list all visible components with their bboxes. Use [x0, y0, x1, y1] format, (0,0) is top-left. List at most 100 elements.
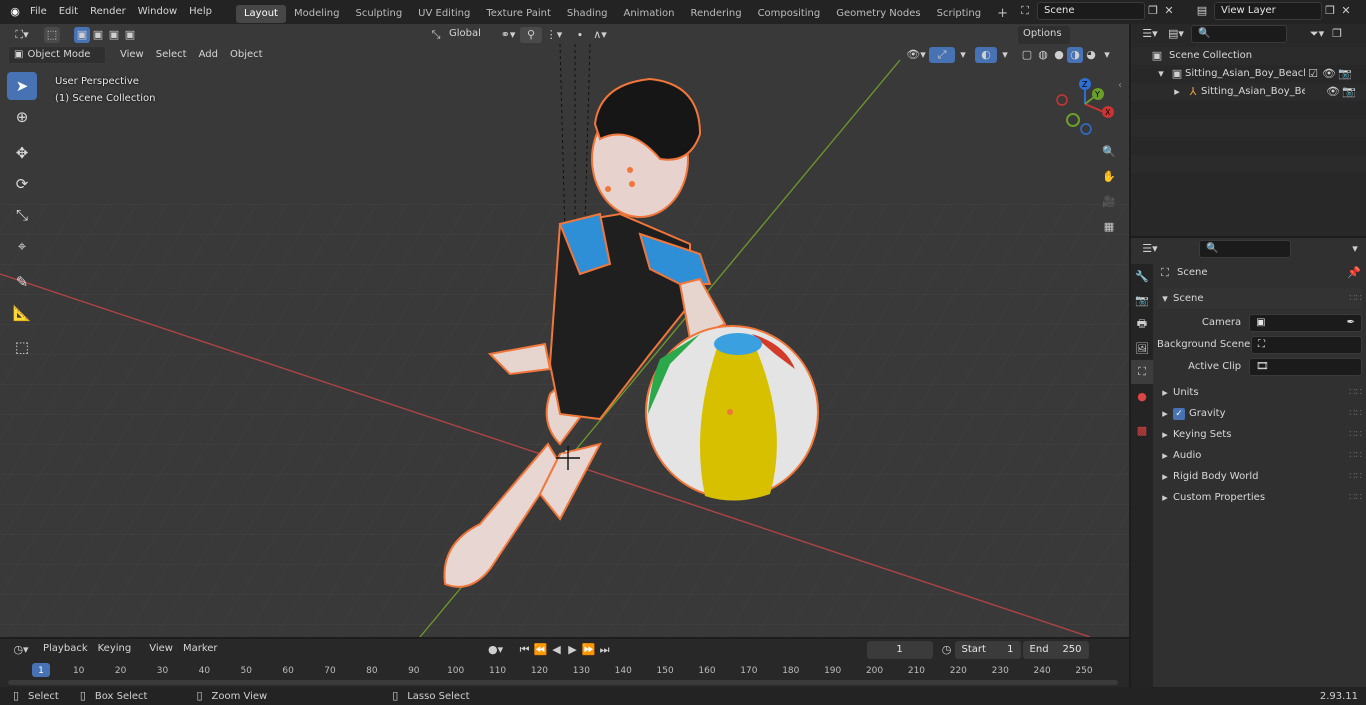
sidebar-toggle-icon[interactable]: ‹: [1118, 80, 1122, 91]
tab-output[interactable]: 🖶: [1131, 312, 1153, 336]
select-box-tool[interactable]: ➤: [7, 72, 37, 100]
copy-scene-icon[interactable]: ❐: [1145, 3, 1161, 19]
filter-icon[interactable]: ⏷▾: [1305, 26, 1329, 42]
scale-tool[interactable]: ⤡: [7, 201, 37, 229]
view-layer-field[interactable]: View Layer: [1214, 2, 1322, 20]
close-view-layer-icon[interactable]: ✕: [1338, 3, 1354, 19]
tab-shading[interactable]: Shading: [559, 5, 616, 23]
eyedropper-icon[interactable]: ✒: [1347, 315, 1355, 331]
outliner-scene-collection[interactable]: ▣ Scene Collection: [1131, 47, 1366, 65]
selection-mode-extend-icon[interactable]: ▣: [90, 27, 106, 43]
gizmo-dropdown-icon[interactable]: ▾: [955, 47, 971, 63]
drag-handle[interactable]: ∷∷: [1349, 445, 1362, 466]
next-keyframe-icon[interactable]: ⏩: [581, 642, 597, 658]
selection-mode-subtract-icon[interactable]: ▣: [106, 27, 122, 43]
add-cube-tool[interactable]: ⬚: [7, 333, 37, 361]
gravity-panel-header[interactable]: ▸ ✓ Gravity ∷∷: [1157, 403, 1362, 424]
copy-view-layer-icon[interactable]: ❐: [1322, 3, 1338, 19]
material-shading-icon[interactable]: ◑: [1067, 47, 1083, 63]
render-camera-icon[interactable]: 📷: [1341, 84, 1357, 100]
menu-file[interactable]: File: [24, 0, 53, 24]
drag-handle[interactable]: ∷∷: [1349, 403, 1362, 424]
cursor-tool[interactable]: ⊕: [7, 103, 37, 131]
visibility-eye-icon[interactable]: 👁: [1325, 84, 1341, 100]
play-icon[interactable]: ▶: [565, 642, 581, 658]
tab-layout[interactable]: Layout: [235, 4, 286, 23]
audio-panel-header[interactable]: ▸ Audio ∷∷: [1157, 445, 1362, 466]
blender-logo-icon[interactable]: ◉: [6, 4, 24, 20]
tab-texture-paint[interactable]: Texture Paint: [478, 5, 559, 23]
pivot-icon[interactable]: ⚭▾: [496, 27, 520, 43]
custom-properties-panel-header[interactable]: ▸ Custom Properties ∷∷: [1157, 487, 1362, 508]
measure-tool[interactable]: 📐: [7, 299, 37, 327]
snap-icon[interactable]: ⚲: [520, 27, 542, 43]
keying-menu[interactable]: Keying: [93, 641, 137, 659]
tab-sculpting[interactable]: Sculpting: [347, 5, 410, 23]
scene-icon[interactable]: ⛶: [1013, 3, 1037, 19]
tab-animation[interactable]: Animation: [616, 5, 683, 23]
mode-dropdown[interactable]: ▣ Object Mode: [8, 46, 106, 64]
display-mode-icon[interactable]: ▤▾: [1163, 26, 1189, 42]
outliner-item[interactable]: ▸ ⅄ Sitting_Asian_Boy_Beach 👁 📷: [1131, 83, 1366, 101]
selection-mode-invert-icon[interactable]: ▣: [122, 27, 138, 43]
drag-handle[interactable]: ∷∷: [1349, 466, 1362, 487]
tab-render[interactable]: 📷: [1131, 288, 1153, 312]
zoom-icon[interactable]: 🔍: [1098, 141, 1120, 163]
playback-menu[interactable]: Playback: [38, 641, 93, 659]
gravity-checkbox[interactable]: ✓: [1173, 407, 1185, 420]
tab-tool[interactable]: 🔧: [1131, 264, 1153, 288]
start-frame-field[interactable]: Start 1: [954, 641, 1021, 659]
options-dropdown[interactable]: Options: [1018, 26, 1070, 44]
keying-sets-panel-header[interactable]: ▸ Keying Sets ∷∷: [1157, 424, 1362, 445]
active-clip-field[interactable]: 🎞: [1249, 357, 1362, 376]
drag-handle[interactable]: ∷∷: [1349, 382, 1362, 403]
add-workspace-button[interactable]: +: [989, 5, 1016, 23]
current-frame-field[interactable]: 1: [866, 641, 933, 659]
drag-handle[interactable]: ∷∷: [1349, 424, 1362, 445]
menu-render[interactable]: Render: [84, 0, 132, 24]
tab-scene[interactable]: ⛶: [1131, 360, 1153, 384]
outliner-item[interactable]: ▾ ▣ Sitting_Asian_Boy_Beach_Sty ☑ 👁 📷: [1131, 65, 1366, 83]
jump-start-icon[interactable]: ⏮: [517, 642, 533, 658]
camera-field[interactable]: ▣ ✒: [1249, 313, 1362, 332]
view-menu[interactable]: View: [144, 641, 178, 659]
outliner-search-field[interactable]: 🔍: [1191, 25, 1287, 43]
view-layer-icon[interactable]: ▤: [1190, 3, 1214, 19]
snap-target-icon[interactable]: ⋮▾: [542, 27, 566, 43]
expand-toggle-icon[interactable]: ▸: [1169, 84, 1185, 100]
drag-handle[interactable]: ∷∷: [1349, 487, 1362, 508]
properties-editor-icon[interactable]: ☰▾: [1137, 241, 1163, 257]
prev-keyframe-icon[interactable]: ⏪: [533, 642, 549, 658]
properties-search-field[interactable]: 🔍: [1199, 240, 1291, 258]
rigid-body-panel-header[interactable]: ▸ Rigid Body World ∷∷: [1157, 466, 1362, 487]
gizmo-neg-z[interactable]: [1080, 123, 1092, 135]
gizmo-neg-x[interactable]: [1056, 94, 1068, 106]
menu-window[interactable]: Window: [132, 0, 183, 24]
tab-uv-editing[interactable]: UV Editing: [410, 5, 478, 23]
wireframe-shading-icon[interactable]: ◍: [1035, 47, 1051, 63]
proportional-edit-icon[interactable]: ∙: [572, 27, 588, 43]
play-reverse-icon[interactable]: ◀: [549, 642, 565, 658]
navigation-gizmo[interactable]: Z Y X: [1052, 76, 1122, 140]
menu-object[interactable]: Object: [224, 46, 269, 64]
orientation-dropdown[interactable]: Global: [444, 26, 496, 44]
clock-icon[interactable]: ◷: [939, 642, 955, 658]
perspective-toggle-icon[interactable]: ▦: [1098, 216, 1120, 238]
selection-mode-new-icon[interactable]: ▣: [74, 27, 90, 43]
menu-add[interactable]: Add: [193, 46, 224, 64]
gizmo-toggle-icon[interactable]: ⤢: [929, 47, 955, 63]
render-camera-icon[interactable]: 📷: [1337, 66, 1353, 82]
visibility-icon[interactable]: 👁▾: [903, 47, 929, 63]
xray-icon[interactable]: ▢: [1019, 47, 1035, 63]
exclude-checkbox[interactable]: ☑: [1305, 66, 1321, 82]
tab-compositing[interactable]: Compositing: [750, 5, 829, 23]
tab-world[interactable]: ●: [1131, 384, 1153, 408]
menu-help[interactable]: Help: [183, 0, 218, 24]
beach-ball-model[interactable]: [645, 325, 819, 501]
visibility-eye-icon[interactable]: 👁: [1321, 66, 1337, 82]
tab-rendering[interactable]: Rendering: [682, 5, 749, 23]
select-tool-icon[interactable]: ⬚: [44, 27, 60, 43]
tab-scripting[interactable]: Scripting: [929, 5, 989, 23]
background-scene-field[interactable]: ⛶: [1251, 335, 1362, 354]
drag-handle[interactable]: ∷∷: [1349, 288, 1362, 309]
